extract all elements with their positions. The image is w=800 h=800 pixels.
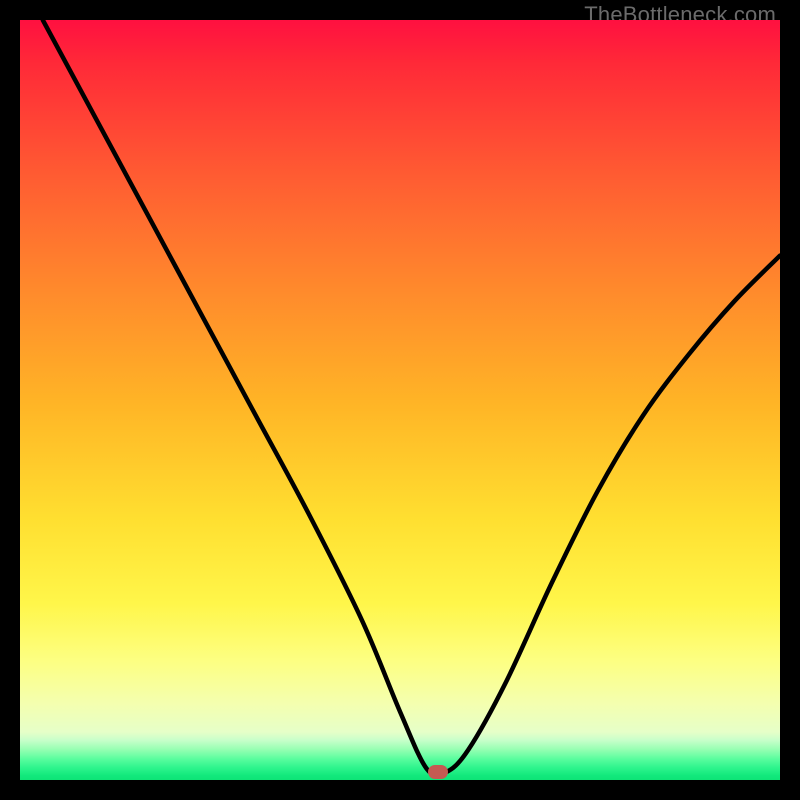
plot-area <box>20 20 780 780</box>
bottleneck-curve <box>20 20 780 780</box>
minimum-marker-icon <box>428 765 448 779</box>
chart-frame: TheBottleneck.com <box>0 0 800 800</box>
